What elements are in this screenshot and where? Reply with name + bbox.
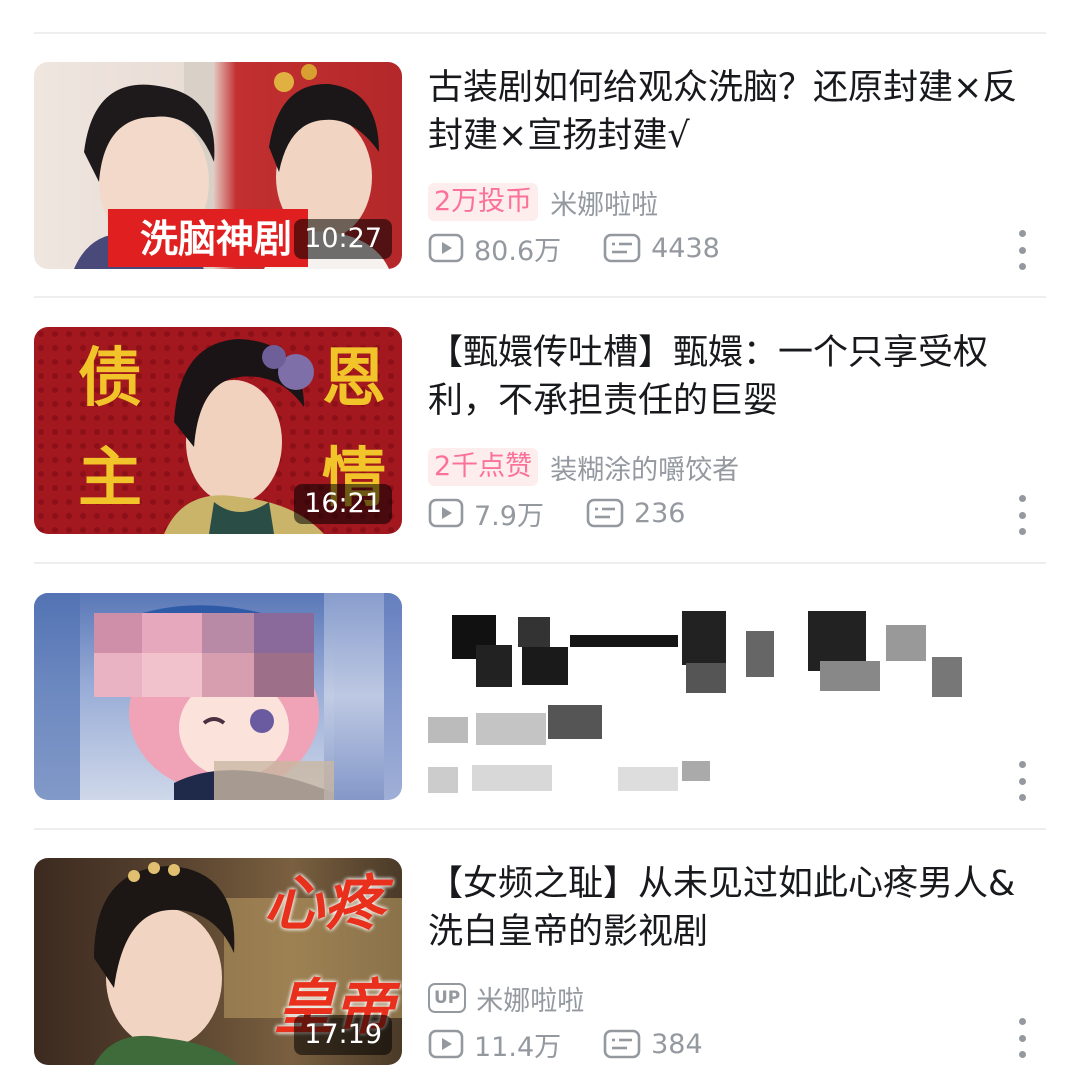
video-duration: 16:21 [294,484,392,524]
more-options-icon[interactable] [1016,761,1028,801]
mosaic-block [142,613,202,653]
video-meta: UP 米娜啦啦 [428,978,584,1018]
thumbnail-char: 债 [78,342,142,416]
video-thumbnail[interactable]: 心疼 皇帝 17:19 [34,858,402,1065]
video-duration: 17:19 [294,1015,392,1055]
danmaku-count-value: 236 [633,497,686,529]
play-count-value: 7.9万 [474,500,544,532]
mosaic-block [254,653,314,697]
video-thumbnail[interactable] [34,593,402,800]
danmaku-count-icon [603,1029,641,1059]
author-name[interactable]: 装糊涂的嚼饺者 [550,448,739,487]
play-count-icon [428,1029,464,1059]
video-meta: 2万投币 米娜啦啦 [428,182,658,222]
mosaic-block [254,613,314,653]
divider [34,562,1046,564]
danmaku-count: 384 [603,1029,703,1060]
coin-badge: 2万投币 [428,183,539,221]
up-icon: UP [428,983,467,1013]
play-count-value: 80.6万 [474,235,562,267]
more-options-icon[interactable] [1016,1018,1028,1058]
video-card[interactable]: 洗脑神剧 10:27 古装剧如何给观众洗脑？还原封建×反封建×宣扬封建√ 2万投… [0,62,1080,272]
thumbnail-caption: 洗脑神剧 [140,217,293,261]
mosaic-block [202,613,254,653]
divider [34,828,1046,830]
play-count: 80.6万 [428,229,561,268]
video-thumbnail[interactable]: 洗脑神剧 10:27 [34,62,402,269]
thumbnail-char: 主 [78,442,142,516]
censored-stats [428,761,718,795]
author-name[interactable]: 米娜啦啦 [476,979,584,1018]
censored-title [446,601,1016,701]
video-card[interactable]: 心疼 皇帝 17:19 【女频之耻】从未见过如此心疼男人&洗白皇帝的影视剧 UP… [0,858,1080,1068]
play-count-icon [428,498,464,528]
more-options-icon[interactable] [1016,495,1028,535]
danmaku-count-value: 384 [651,1028,703,1060]
danmaku-count-value: 4438 [651,232,720,264]
play-count: 11.4万 [428,1025,561,1064]
video-duration: 10:27 [294,219,392,259]
danmaku-count-icon [586,498,624,528]
video-title[interactable]: 【女频之耻】从未见过如此心疼男人&洗白皇帝的影视剧 [428,860,1038,956]
danmaku-count-icon [603,233,641,263]
like-badge: 2千点赞 [428,448,539,486]
mosaic-block [214,761,334,800]
video-title[interactable]: 【甄嬛传吐槽】甄嬛：一个只享受权利，不承担责任的巨婴 [428,329,1038,425]
video-thumbnail[interactable]: 债 恩 主 情 16:21 [34,327,402,534]
author-name[interactable]: 米娜啦啦 [550,183,658,222]
video-stats: 7.9万 236 [428,491,728,535]
play-count-value: 11.4万 [474,1031,562,1063]
thumbnail-text: 心疼 [264,869,384,939]
divider [34,32,1046,34]
mosaic-block [94,653,142,697]
more-options-icon[interactable] [1016,230,1028,270]
video-meta: 2千点赞 装糊涂的嚼饺者 [428,447,739,487]
video-stats: 11.4万 384 [428,1022,745,1066]
divider [34,296,1046,298]
play-count-icon [428,233,464,263]
mosaic-block [94,613,142,653]
video-card[interactable]: 债 恩 主 情 16:21 【甄嬛传吐槽】甄嬛：一个只享受权利，不承担责任的巨婴… [0,327,1080,537]
video-title[interactable]: 古装剧如何给观众洗脑？还原封建×反封建×宣扬封建√ [428,64,1038,160]
danmaku-count: 4438 [603,233,720,264]
danmaku-count: 236 [586,498,686,529]
censored-author [428,705,608,749]
play-count: 7.9万 [428,494,544,533]
mosaic-block [142,653,202,697]
mosaic-block [202,653,254,697]
video-card[interactable] [0,593,1080,803]
thumbnail-char: 恩 [322,342,386,416]
video-stats: 80.6万 4438 [428,226,762,270]
